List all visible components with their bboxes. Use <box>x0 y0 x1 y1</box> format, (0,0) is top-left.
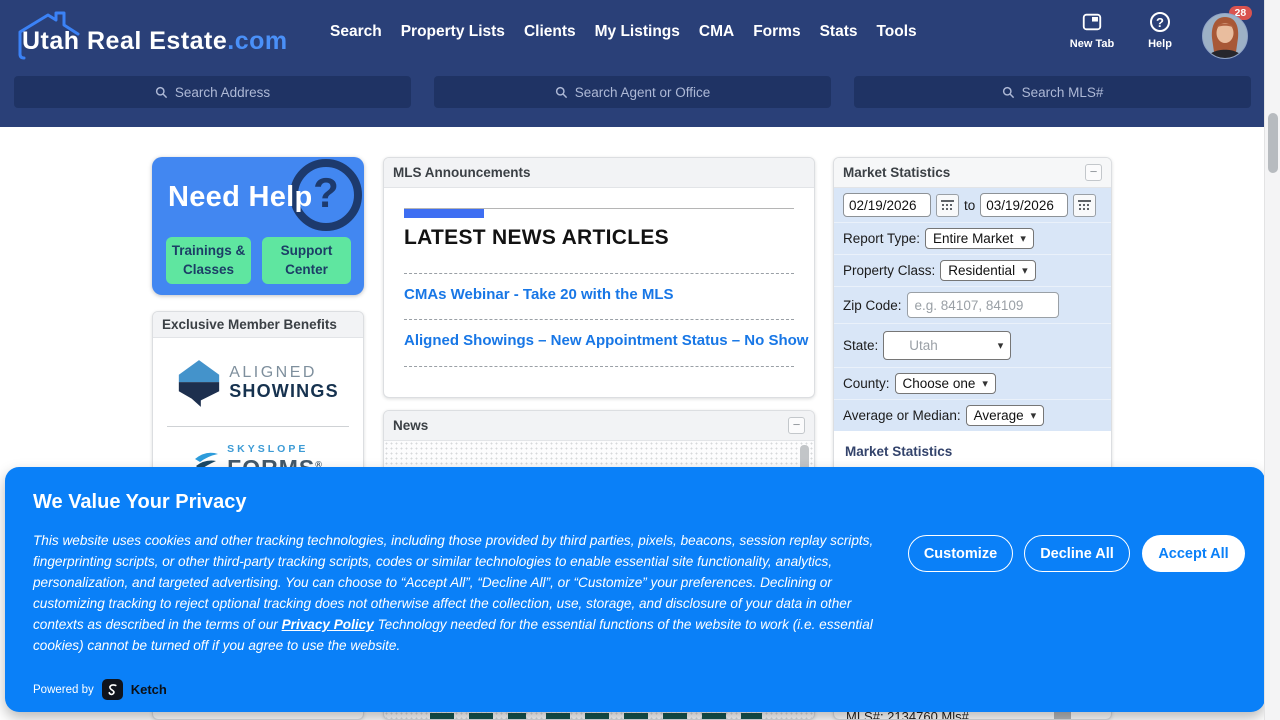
date-to-input[interactable] <box>980 193 1068 217</box>
calendar-icon[interactable] <box>936 194 959 217</box>
property-class-select[interactable]: Residential <box>940 260 1035 281</box>
aligned-showings-logo[interactable]: ALIGNED SHOWINGS <box>153 358 363 408</box>
property-class-label: Property Class: <box>843 263 935 278</box>
state-row: State: Utah <box>834 324 1111 368</box>
cookie-consent-banner: We Value Your Privacy This website uses … <box>5 467 1265 712</box>
news-header: News − <box>384 411 814 441</box>
nav-property-lists[interactable]: Property Lists <box>401 23 505 41</box>
search-icon <box>155 86 168 99</box>
dashed-divider <box>404 319 794 320</box>
average-median-row: Average or Median: Average <box>834 400 1111 431</box>
collapse-icon[interactable]: − <box>788 417 805 434</box>
logo-text: Utah Real Estate.com <box>22 29 288 60</box>
average-median-label: Average or Median: <box>843 408 961 423</box>
county-row: County: Choose one <box>834 368 1111 400</box>
results-section-title: Market Statistics <box>834 431 1111 466</box>
nav-forms[interactable]: Forms <box>753 23 800 41</box>
avatar-image <box>1203 14 1247 58</box>
state-select[interactable]: Utah <box>883 331 1011 360</box>
top-header: Utah Real Estate.com Search Property Lis… <box>0 0 1280 127</box>
ketch-icon <box>102 679 123 700</box>
nav-search[interactable]: Search <box>330 23 382 41</box>
nav-tools[interactable]: Tools <box>876 23 916 41</box>
site-logo[interactable]: Utah Real Estate.com <box>14 8 288 60</box>
calendar-icon[interactable] <box>1073 194 1096 217</box>
zip-code-row: Zip Code: <box>834 287 1111 324</box>
state-label: State: <box>843 338 878 353</box>
privacy-policy-link[interactable]: Privacy Policy <box>282 617 374 632</box>
cookie-banner-text: This website uses cookies and other trac… <box>33 530 885 656</box>
trainings-classes-button[interactable]: Trainings & Classes <box>166 237 251 284</box>
nav-cma[interactable]: CMA <box>699 23 734 41</box>
article-link[interactable]: Aligned Showings – New Appointment Statu… <box>404 332 808 349</box>
nav-stats[interactable]: Stats <box>820 23 858 41</box>
article-link[interactable]: CMAs Webinar - Take 20 with the MLS <box>404 286 674 303</box>
clipped-content-strip <box>0 712 1280 720</box>
property-class-row: Property Class: Residential <box>834 255 1111 287</box>
search-agent-office-input[interactable]: Search Agent or Office <box>434 76 831 108</box>
report-type-row: Report Type: Entire Market <box>834 223 1111 255</box>
search-icon <box>1002 86 1015 99</box>
need-help-title: Need Help <box>168 181 313 214</box>
market-statistics-header: Market Statistics − <box>834 158 1111 188</box>
main-nav: Search Property Lists Clients My Listing… <box>330 0 917 64</box>
benefits-divider <box>167 426 349 427</box>
zip-code-label: Zip Code: <box>843 298 902 313</box>
search-icon <box>555 86 568 99</box>
help-button[interactable]: ? Help <box>1134 10 1186 50</box>
report-type-label: Report Type: <box>843 231 920 246</box>
news-articles-headline: LATEST NEWS ARTICLES <box>404 226 669 250</box>
county-select[interactable]: Choose one <box>895 373 996 394</box>
dashed-divider <box>404 366 794 367</box>
new-tab-button[interactable]: New Tab <box>1066 10 1118 50</box>
market-statistics-form: to Report Type: Entire Market Property C… <box>834 188 1111 431</box>
powered-by-ketch[interactable]: Powered by Ketch <box>33 679 167 700</box>
support-center-button[interactable]: Support Center <box>262 237 351 284</box>
search-address-input[interactable]: Search Address <box>14 76 411 108</box>
nav-clients[interactable]: Clients <box>524 23 576 41</box>
customize-button[interactable]: Customize <box>908 535 1013 572</box>
dashed-divider <box>404 273 794 274</box>
decline-all-button[interactable]: Decline All <box>1024 535 1130 572</box>
cookie-banner-title: We Value Your Privacy <box>33 491 246 514</box>
page-scrollbar-track[interactable] <box>1264 0 1280 720</box>
nav-my-listings[interactable]: My Listings <box>595 23 680 41</box>
county-label: County: <box>843 376 890 391</box>
mls-announcements-panel: MLS Announcements LATEST NEWS ARTICLES C… <box>383 157 815 398</box>
member-benefits-header: Exclusive Member Benefits <box>153 312 363 338</box>
zip-code-input[interactable] <box>907 292 1059 318</box>
progress-bar <box>404 209 484 218</box>
report-type-select[interactable]: Entire Market <box>925 228 1034 249</box>
need-help-card: Need Help ? Trainings & Classes Support … <box>152 157 364 295</box>
aligned-showings-icon <box>177 358 221 408</box>
average-median-select[interactable]: Average <box>966 405 1045 426</box>
help-icon: ? <box>1150 10 1170 34</box>
user-avatar[interactable] <box>1202 13 1248 59</box>
accept-all-button[interactable]: Accept All <box>1142 535 1245 572</box>
mls-announcements-header: MLS Announcements <box>384 158 814 188</box>
date-from-input[interactable] <box>843 193 931 217</box>
new-tab-icon <box>1081 10 1103 34</box>
search-mls-input[interactable]: Search MLS# <box>854 76 1251 108</box>
collapse-icon[interactable]: − <box>1085 164 1102 181</box>
page-scrollbar-thumb[interactable] <box>1268 113 1278 173</box>
date-range-row: to <box>834 188 1111 223</box>
to-label: to <box>964 198 975 213</box>
